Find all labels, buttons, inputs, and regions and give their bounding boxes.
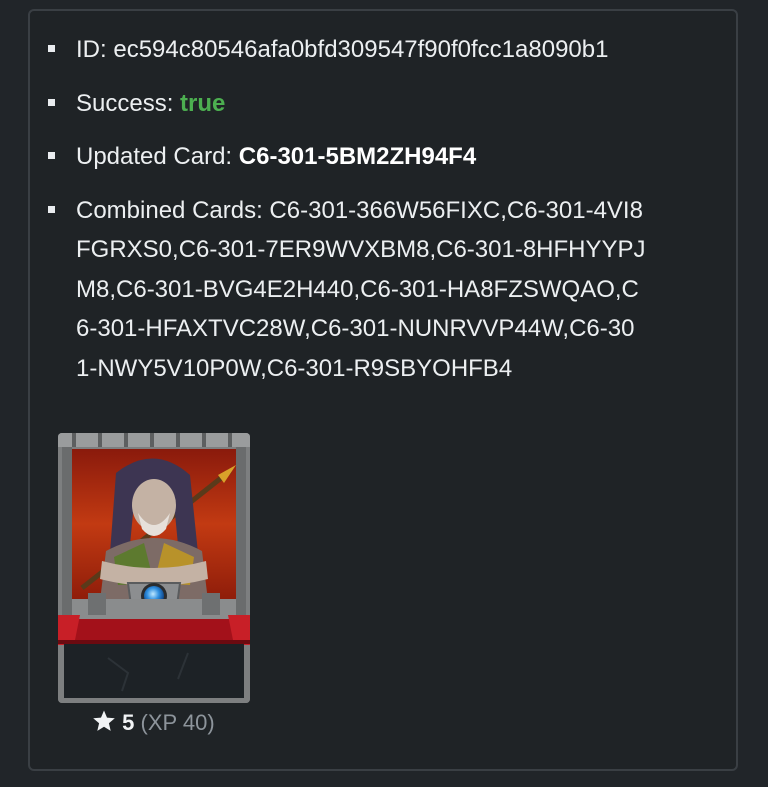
success-label: Success: (76, 89, 174, 117)
monster-card-illustration (58, 433, 250, 703)
card-level-caption: 5 (XP 40) (92, 708, 215, 741)
monster-card-image[interactable] (58, 433, 250, 703)
result-details-list: ID: ec594c80546afa0bfd309547f90f0fcc1a80… (46, 30, 646, 402)
card-level-value: 5 (122, 710, 135, 735)
card-xp-text: (XP 40) (140, 710, 215, 735)
list-item-id: ID: ec594c80546afa0bfd309547f90f0fcc1a80… (46, 30, 646, 70)
list-item-success: Success: true (46, 84, 646, 124)
updated-card-value: C6-301-5BM2ZH94F4 (238, 143, 477, 170)
id-value: ec594c80546afa0bfd309547f90f0fcc1a8090b1 (113, 36, 609, 63)
combined-cards-label: Combined Cards: (76, 196, 263, 224)
list-item-combined-cards: Combined Cards: C6-301-366W56FIXC,C6-301… (46, 191, 646, 389)
updated-card-label: Updated Card: (76, 143, 233, 170)
id-label: ID: (76, 36, 107, 63)
star-icon (92, 709, 116, 741)
list-item-updated-card: Updated Card: C6-301-5BM2ZH94F4 (46, 137, 646, 177)
combined-cards-value: C6-301-366W56FIXC,C6-301-4VI8FGRXS0,C6-3… (76, 196, 646, 382)
success-value: true (180, 89, 226, 117)
